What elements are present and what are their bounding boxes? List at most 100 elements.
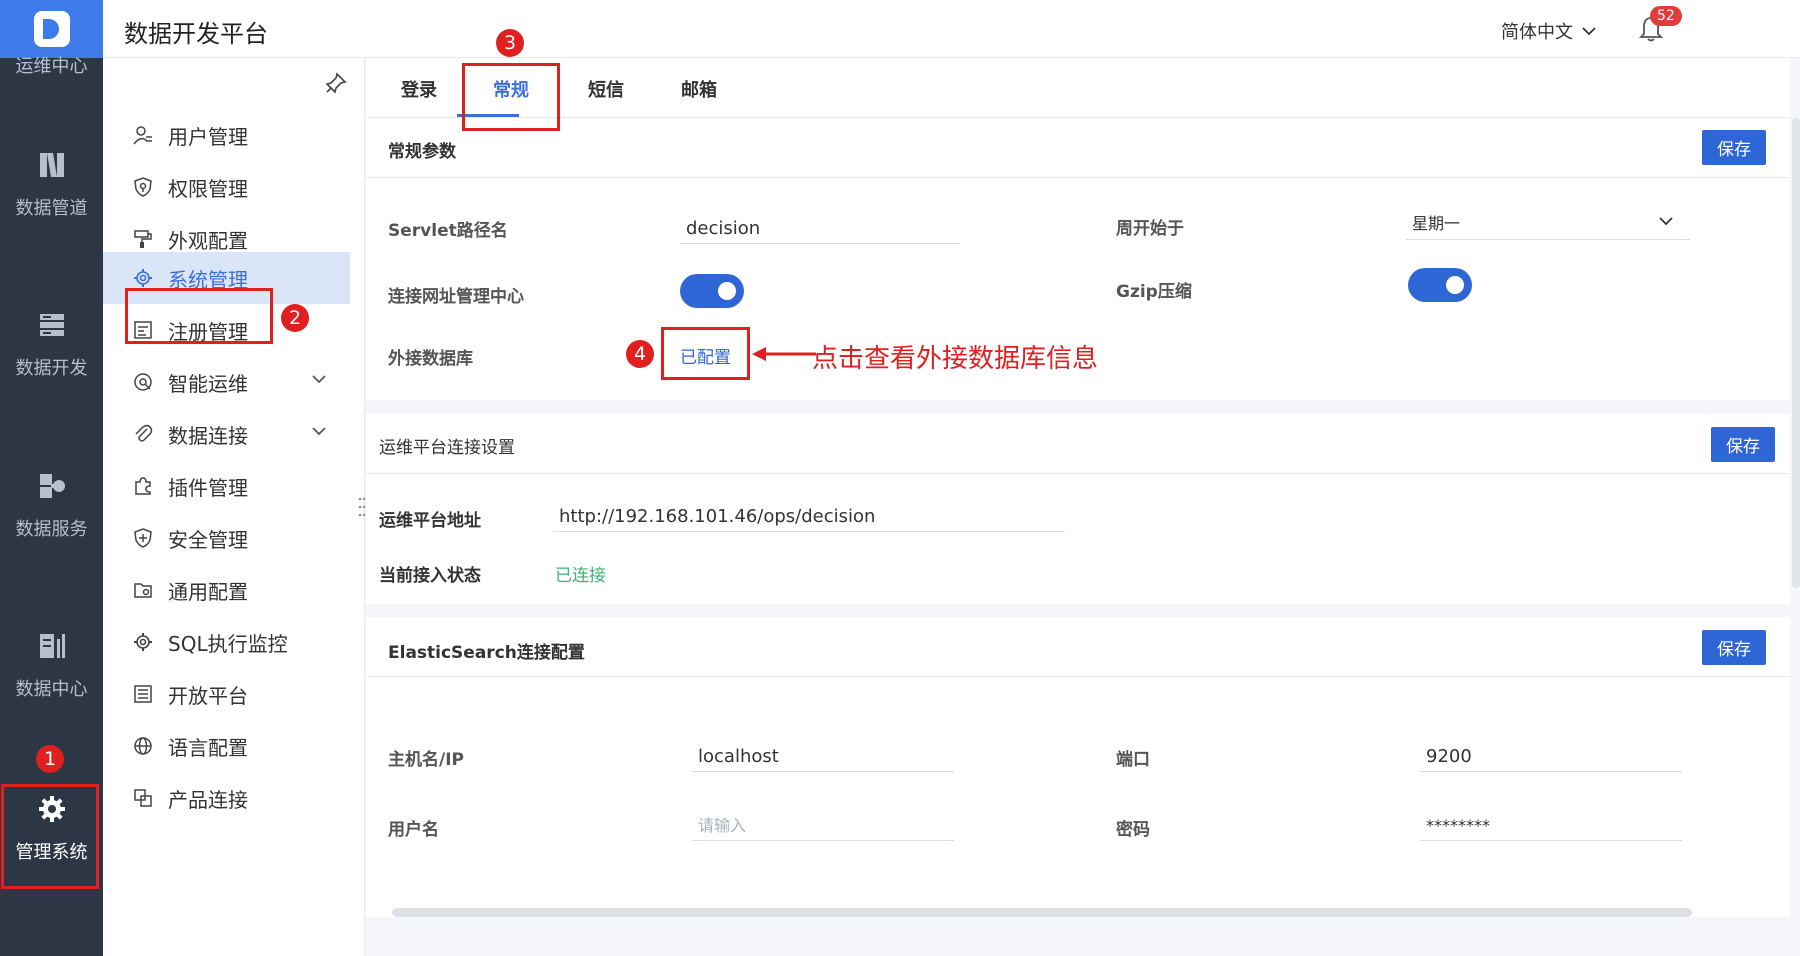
menu-item-user-management[interactable]: 用户管理	[103, 109, 350, 161]
datacenter-icon	[39, 634, 65, 658]
es-username-label: 用户名	[388, 820, 439, 840]
menu-item-label: 安全管理	[168, 527, 248, 552]
menu-item-language[interactable]: 语言配置	[103, 720, 350, 772]
servlet-path-input[interactable]	[680, 208, 960, 244]
annotation-box-general-tab	[462, 63, 560, 131]
week-start-select[interactable]: 星期一	[1406, 204, 1690, 240]
panel-header: 运维平台连接设置 保存	[366, 414, 1790, 474]
annotation-number-1: 1	[36, 745, 64, 773]
connect-label: 连接网址管理中心	[388, 287, 524, 307]
globe-icon	[134, 737, 152, 755]
annotation-note: 点击查看外接数据库信息	[812, 344, 1099, 374]
tab-login[interactable]: 登录	[401, 76, 437, 102]
paint-roller-icon	[134, 230, 152, 248]
elasticsearch-panel: ElasticSearch连接配置 保存 主机名/IP 端口 用户名 密码	[366, 617, 1790, 917]
list-icon	[134, 685, 152, 703]
menu-item-open-platform[interactable]: 开放平台	[103, 668, 350, 720]
language-label: 简体中文	[1501, 22, 1573, 43]
ops-icon	[134, 373, 152, 391]
connect-center-toggle[interactable]	[680, 274, 744, 308]
es-password-label: 密码	[1116, 820, 1150, 840]
vertical-scrollbar[interactable]	[1792, 118, 1800, 588]
rail-item-develop[interactable]: 数据开发	[0, 310, 103, 380]
es-password-input[interactable]	[1420, 805, 1682, 841]
horizontal-scrollbar[interactable]	[392, 908, 1692, 917]
annotation-box-admin	[1, 784, 99, 889]
chevron-down-icon	[312, 427, 326, 436]
user-list-icon	[133, 126, 152, 145]
rail-item-datacenter[interactable]: 数据中心	[0, 631, 103, 701]
panel-title: ElasticSearch连接配置	[388, 643, 585, 663]
status-label: 当前接入状态	[379, 566, 481, 586]
language-selector[interactable]: 简体中文	[1501, 18, 1597, 44]
extdb-label: 外接数据库	[388, 349, 473, 369]
ops-connection-panel: 运维平台连接设置 保存 运维平台地址 当前接入状态 已连接	[366, 414, 1790, 604]
annotation-number-4: 4	[626, 340, 654, 368]
rail-item-ops-center-label[interactable]: 运维中心	[0, 52, 103, 74]
develop-icon	[39, 314, 64, 336]
menu-item-label: 语言配置	[168, 735, 248, 760]
menu-item-security[interactable]: 安全管理	[103, 512, 350, 564]
rail-item-label: 数据管道	[15, 198, 88, 219]
menu-item-label: 智能运维	[168, 371, 248, 396]
annotation-number-3: 3	[496, 29, 524, 57]
tab-email[interactable]: 邮箱	[681, 76, 717, 102]
shield-key-icon	[134, 177, 152, 197]
menu-item-permission[interactable]: 权限管理	[103, 161, 350, 213]
servlet-label: Servlet路径名	[388, 221, 508, 241]
rail-item-label: 数据开发	[15, 358, 88, 379]
menu-item-data-connection[interactable]: 数据连接	[103, 408, 350, 460]
es-port-label: 端口	[1116, 750, 1150, 770]
logo-icon	[33, 11, 70, 47]
menu-item-smart-ops[interactable]: 智能运维	[103, 356, 350, 408]
menu-item-general-config[interactable]: 通用配置	[103, 564, 350, 616]
connection-status: 已连接	[555, 566, 606, 586]
pipeline-icon	[39, 153, 64, 177]
save-button[interactable]: 保存	[1711, 427, 1775, 462]
gzip-toggle[interactable]	[1408, 268, 1472, 302]
rail-item-label: 数据中心	[15, 679, 88, 700]
settings-menu: 用户管理 权限管理 外观配置 系统管理 注册管理 智能运维 数据连接 插件管理 …	[103, 58, 365, 956]
menu-item-label: 插件管理	[168, 475, 248, 500]
notification-badge: 52	[1650, 6, 1682, 26]
menu-item-label: SQL执行监控	[168, 631, 288, 656]
panel-header: ElasticSearch连接配置 保存	[366, 617, 1790, 677]
panel-title: 常规参数	[388, 142, 456, 162]
menu-item-label: 通用配置	[168, 579, 248, 604]
annotation-box-system-management	[125, 288, 273, 344]
gear-icon	[134, 269, 152, 287]
shield-plus-icon	[134, 528, 152, 548]
es-host-label: 主机名/IP	[388, 750, 464, 770]
menu-item-label: 外观配置	[168, 228, 248, 253]
week-start-label: 周开始于	[1116, 219, 1184, 239]
es-port-input[interactable]	[1420, 736, 1682, 772]
save-button[interactable]: 保存	[1702, 130, 1766, 165]
panel-header: 常规参数 保存	[366, 118, 1790, 178]
panel-title: 运维平台连接设置	[379, 438, 515, 458]
rail-item-pipeline[interactable]: 数据管道	[0, 150, 103, 220]
ops-address-input[interactable]	[553, 496, 1065, 532]
menu-item-label: 开放平台	[168, 683, 248, 708]
gear-icon	[134, 633, 152, 651]
ops-address-label: 运维平台地址	[379, 511, 481, 531]
chevron-down-icon	[1659, 217, 1673, 226]
save-button[interactable]: 保存	[1702, 630, 1766, 665]
resize-handle[interactable]	[358, 496, 366, 518]
es-host-input[interactable]	[692, 736, 954, 772]
menu-item-label: 权限管理	[168, 176, 248, 201]
menu-item-sql-monitor[interactable]: SQL执行监控	[103, 616, 350, 668]
menu-item-plugin[interactable]: 插件管理	[103, 460, 350, 512]
rail-item-service[interactable]: 数据服务	[0, 471, 103, 541]
week-start-value: 星期一	[1412, 214, 1461, 233]
link-squares-icon	[134, 789, 152, 807]
top-header: 数据开发平台 简体中文 52 1	[103, 0, 1800, 58]
tab-sms[interactable]: 短信	[588, 76, 624, 102]
es-username-input[interactable]	[692, 805, 954, 841]
annotation-number-2: 2	[281, 304, 309, 332]
menu-item-product-link[interactable]: 产品连接	[103, 772, 350, 824]
app-title: 数据开发平台	[124, 20, 268, 48]
pin-icon[interactable]	[325, 72, 347, 94]
app-logo[interactable]	[0, 0, 103, 58]
paperclip-icon	[135, 424, 153, 442]
folder-gear-icon	[134, 583, 152, 598]
